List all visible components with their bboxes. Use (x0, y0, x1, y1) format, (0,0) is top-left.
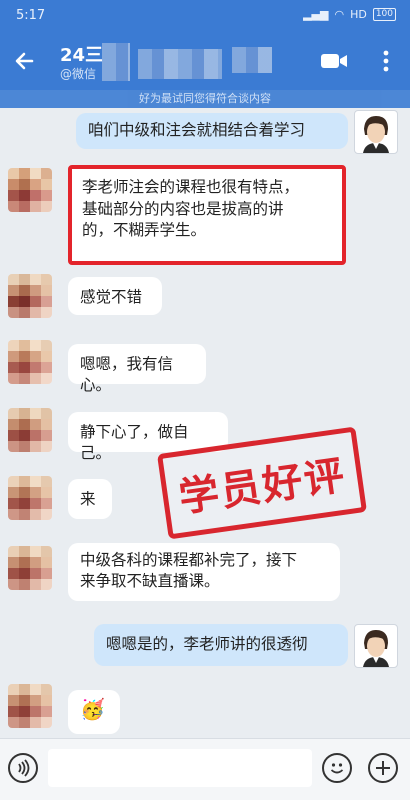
message-line: 中级各科的课程都补完了，接下 (80, 551, 298, 569)
message-bubble: 嗯嗯，我有信心。 (68, 344, 206, 394)
redaction-blur (138, 49, 222, 79)
avatar (8, 476, 52, 520)
status-bar: 5:17 ▂▄▆ ◠ HD 100 (0, 0, 410, 33)
message-input[interactable] (48, 749, 312, 787)
avatar (354, 624, 398, 668)
avatar (8, 546, 52, 590)
signal-icon: ▂▄▆ (303, 8, 329, 21)
status-icons: ▂▄▆ ◠ HD 100 (303, 8, 396, 21)
redaction-blur (102, 43, 130, 81)
chat-title: 24三 (60, 45, 104, 66)
hd-label: HD (350, 8, 367, 21)
back-arrow-icon[interactable] (12, 47, 40, 75)
plus-icon[interactable] (368, 753, 398, 783)
teacher-avatar-icon (363, 630, 389, 667)
battery-icon: 100 (372, 8, 396, 21)
message-bubble: 中级各科的课程都补完了，接下 来争取不缺直播课。 (68, 543, 340, 601)
message-bubble: 嗯嗯是的，李老师讲的很透彻 (94, 624, 348, 666)
message-bubble: 感觉不错 (68, 277, 162, 315)
avatar (8, 274, 52, 318)
emoji-message: 🥳 (68, 690, 120, 734)
message-line: 李老师注会的课程也很有特点， (82, 178, 300, 196)
input-bar (0, 738, 410, 800)
message-bubble: 静下心了，做自己。 (68, 412, 228, 462)
avatar (8, 408, 52, 452)
redaction-blur (232, 47, 272, 73)
chat-subtitle: @微信 (60, 67, 97, 81)
message-line: 基础部分的内容也是拔高的讲 (82, 199, 284, 218)
status-time: 5:17 (16, 8, 46, 23)
teacher-avatar-icon (363, 116, 389, 153)
wifi-icon: ◠ (334, 8, 345, 21)
emoji-icon[interactable] (322, 753, 352, 783)
avatar (354, 110, 398, 154)
highlighted-message: 李老师注会的课程也很有特点， 基础部分的内容也是拔高的讲 的，不糊弄学生。 (68, 165, 346, 265)
chat-header: 24三 @微信 (0, 33, 410, 90)
voice-icon[interactable] (8, 753, 38, 783)
video-call-icon[interactable] (320, 51, 348, 71)
more-options-icon[interactable] (382, 49, 390, 73)
message-bubble: 咱们中级和注会就相结合着学习 (76, 113, 348, 149)
avatar (8, 340, 52, 384)
message-bubble: 来 (68, 479, 112, 519)
message-line: 的，不糊弄学生。 (82, 221, 207, 239)
avatar (8, 168, 52, 212)
message-line: 来争取不缺直播课。 (80, 572, 220, 590)
header-banner: 好为最试同您得符合谈内容 (0, 90, 410, 108)
avatar (8, 684, 52, 728)
